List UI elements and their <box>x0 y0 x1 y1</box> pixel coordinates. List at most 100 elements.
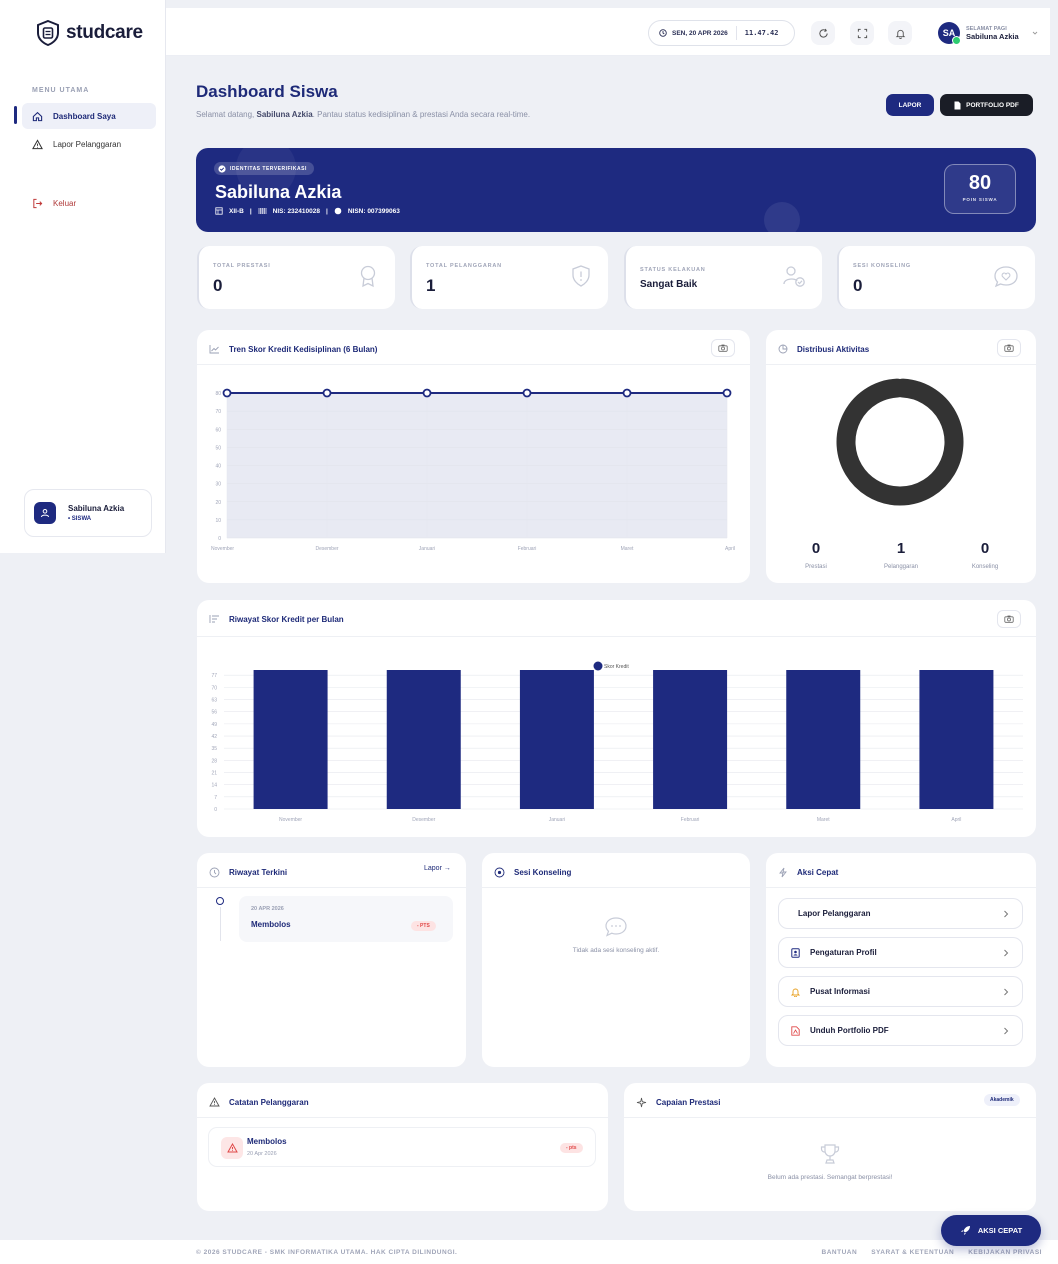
timeline-title: Membolos <box>251 920 291 929</box>
timeline-dot <box>216 897 224 905</box>
achievements-empty-text: Belum ada prestasi. Semangat berprestasi… <box>767 1174 893 1181</box>
y-tick-label: 10 <box>215 518 221 524</box>
recent-history-title: Riwayat Terkini <box>229 868 288 877</box>
home-icon <box>32 111 43 121</box>
footer-link-bantuan[interactable]: BANTUAN <box>822 1249 858 1256</box>
card-header: Riwayat Terkini <box>209 867 287 878</box>
sidebar-item-lapor[interactable]: Lapor Pelanggaran <box>22 131 156 157</box>
action-lapor-pelanggaran[interactable]: Lapor Pelanggaran <box>778 898 1023 929</box>
topbar-user-name: Sabiluna Azkia <box>966 31 1019 41</box>
refresh-button[interactable] <box>811 21 835 45</box>
action-label: Pengaturan Profil <box>810 948 877 957</box>
recent-history-card: Riwayat Terkini Lapor → <box>197 853 466 1067</box>
achievements-title: Capaian Prestasi <box>656 1098 721 1107</box>
card-divider <box>766 887 1036 888</box>
violation-item[interactable]: Membolos 20 Apr 2026 - pts <box>208 1127 596 1167</box>
sidebar-user-card[interactable]: Sabiluna Azkia • SISWA <box>24 489 152 537</box>
stat-card-kelakuan: STATUS KELAKUAN Sangat Baik <box>624 246 822 309</box>
y-tick-label: 80 <box>215 391 221 397</box>
y-tick-label: 56 <box>211 710 217 716</box>
x-tick-label: Februari <box>681 817 700 823</box>
stat-label: STATUS KELAKUAN <box>640 267 706 273</box>
dist-label: Pelanggaran <box>883 564 919 570</box>
logout-button[interactable]: Keluar <box>22 190 156 216</box>
card-header: Aksi Cepat <box>778 867 838 878</box>
bell-icon <box>895 29 905 39</box>
avatar: SA <box>938 22 961 45</box>
stat-value: 0 <box>213 276 223 295</box>
x-tick-label: Januari <box>549 817 565 823</box>
violation-icon-box <box>221 1137 243 1159</box>
timeline-item[interactable]: 20 APR 2026 Membolos - PTS <box>239 896 453 942</box>
dist-label: Prestasi <box>805 564 827 570</box>
lapor-button[interactable]: LAPOR <box>886 94 934 116</box>
sidebar-item-label: Lapor Pelanggaran <box>53 139 122 149</box>
x-tick-label: Desember <box>315 546 338 552</box>
chevron-right-icon <box>1004 988 1009 996</box>
trend-point <box>522 388 532 398</box>
card-header: Capaian Prestasi <box>636 1097 720 1108</box>
card-divider <box>197 887 466 888</box>
bar <box>386 670 461 809</box>
x-tick-label: Maret <box>817 817 830 823</box>
trend-chart-card: Tren Skor Kredit Kedisiplinan (6 Bulan) … <box>197 330 750 583</box>
akademik-badge[interactable]: Akademik <box>984 1094 1020 1106</box>
x-tick-label: Januari <box>419 546 435 552</box>
y-tick-label: 28 <box>211 758 217 764</box>
y-tick-label: 42 <box>211 734 217 740</box>
user-icon <box>41 509 49 518</box>
violation-date: 20 Apr 2026 <box>247 1151 277 1157</box>
action-unduh-portfolio[interactable]: Unduh Portfolio PDF <box>778 1015 1023 1046</box>
brand-logo[interactable]: studcare <box>36 20 143 46</box>
history-bar-chart: 0 7 14 21 28 35 42 49 56 63 70 77 Skor Kredit Novembe… <box>211 661 1023 823</box>
portfolio-pdf-button[interactable]: PORTFOLIO PDF <box>940 94 1033 116</box>
action-pusat-informasi[interactable]: Pusat Informasi <box>778 976 1023 1007</box>
quick-action-fab[interactable]: AKSI CEPAT <box>941 1215 1041 1246</box>
trend-point <box>222 388 232 398</box>
violation-notes-title: Catatan Pelanggaran <box>229 1097 309 1107</box>
portfolio-pdf-label: PORTFOLIO PDF <box>966 101 1019 109</box>
stat-label: TOTAL PRESTASI <box>213 263 271 269</box>
trophy-icon <box>820 1144 840 1164</box>
stat-value: 0 <box>853 276 863 295</box>
sidebar-item-dashboard[interactable]: Dashboard Saya <box>22 103 156 129</box>
footer: © 2026 STUDCARE - SMK INFORMATIKA UTAMA.… <box>0 1240 1058 1264</box>
notification-button[interactable] <box>888 21 912 45</box>
lapor-link[interactable]: Lapor → <box>424 865 451 872</box>
brand-name: studcare <box>66 22 143 43</box>
dist-value: 0 <box>811 540 821 557</box>
bar <box>653 670 728 809</box>
legend-swatch <box>593 661 603 671</box>
footer-link-syarat[interactable]: SYARAT & KETENTUAN <box>871 1249 954 1256</box>
warning-icon <box>209 1097 220 1107</box>
active-indicator <box>14 106 17 124</box>
y-tick-label: 70 <box>211 685 217 691</box>
y-tick-label: 7 <box>214 795 217 801</box>
fullscreen-button[interactable] <box>850 21 874 45</box>
check-circle-icon <box>218 164 226 173</box>
warning-icon <box>226 1143 238 1153</box>
record-icon <box>494 867 505 878</box>
dist-value: 1 <box>896 540 906 557</box>
trend-line-chart: 0 10 20 30 40 50 60 70 80 November Desember Januari… <box>211 388 735 552</box>
file-icon <box>954 101 961 109</box>
timeline-line <box>219 907 221 941</box>
chevron-down-icon <box>1032 31 1037 35</box>
sparkle-icon <box>636 1097 647 1108</box>
card-header: Sesi Konseling <box>494 867 571 878</box>
card-divider <box>482 887 750 888</box>
refresh-icon <box>818 28 828 38</box>
x-tick-label: April <box>951 817 961 823</box>
action-pengaturan-profil[interactable]: Pengaturan Profil <box>778 937 1023 968</box>
trend-point <box>422 388 432 398</box>
barcode-icon <box>258 208 266 214</box>
bell-icon <box>791 988 800 997</box>
y-tick-label: 30 <box>215 482 221 488</box>
user-menu[interactable]: SA SELAMAT PAGI Sabiluna Azkia <box>938 22 1039 45</box>
history-clock-icon <box>209 867 220 878</box>
award-icon <box>360 265 376 288</box>
fullscreen-icon <box>857 28 867 38</box>
sidebar-user-name: Sabiluna Azkia <box>68 504 125 513</box>
decor-circle <box>764 202 800 232</box>
footer-link-privasi[interactable]: KEBIJAKAN PRIVASI <box>968 1249 1042 1256</box>
